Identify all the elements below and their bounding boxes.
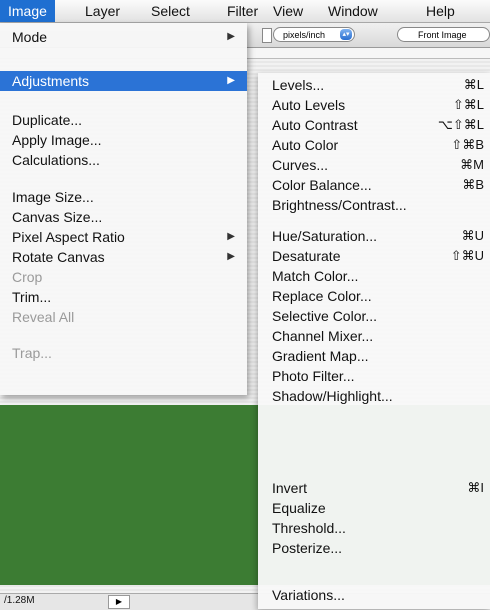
menu-item-apply-image[interactable]: Apply Image... [0,130,247,150]
adjustments-submenu: Levels... ⌘L Auto Levels ⇧⌘L Auto Contra… [258,73,490,609]
submenu-item-label: Hue/Saturation... [272,228,378,244]
keyboard-shortcut: ⌘I [467,480,484,495]
menu-item-label: Calculations... [12,152,100,168]
submenu-item-match-color[interactable]: Match Color... [258,266,490,286]
submenu-item-label: Levels... [272,77,325,93]
menu-item-duplicate[interactable]: Duplicate... [0,110,247,130]
menu-item-reveal-all: Reveal All [0,307,247,327]
submenu-item-label: Equalize [272,500,326,516]
submenu-item-label: Variations... [272,587,345,603]
menu-window[interactable]: Window [320,0,386,22]
menu-item-label: Canvas Size... [12,209,103,225]
menu-view[interactable]: View [265,0,311,22]
submenu-item-variations[interactable]: Variations... [258,585,490,605]
submenu-item-label: Color Balance... [272,177,372,193]
menu-bar: Image Layer Select Filter View Window He… [0,0,490,23]
submenu-item-label: Channel Mixer... [272,328,374,344]
menu-item-pixel-aspect-ratio[interactable]: Pixel Aspect Ratio ▶ [0,227,247,247]
select-arrows-icon: ▴▾ [340,29,352,40]
submenu-item-auto-levels[interactable]: Auto Levels ⇧⌘L [258,95,490,115]
submenu-item-brightness-contrast[interactable]: Brightness/Contrast... [258,195,490,215]
submenu-arrow-icon: ▶ [227,251,235,262]
keyboard-shortcut: ⌘U [461,228,484,243]
submenu-item-auto-color[interactable]: Auto Color ⇧⌘B [258,135,490,155]
submenu-item-label: Replace Color... [272,288,372,304]
front-image-button[interactable]: Front Image [397,27,490,42]
menu-item-mode[interactable]: Mode ▶ [0,27,247,47]
menu-image[interactable]: Image [0,0,55,22]
menu-item-label: Crop [12,269,43,285]
submenu-item-label: Photo Filter... [272,368,355,384]
submenu-item-label: Invert [272,480,308,496]
submenu-item-label: Threshold... [272,520,346,536]
submenu-item-label: Brightness/Contrast... [272,197,407,213]
menu-item-rotate-canvas[interactable]: Rotate Canvas ▶ [0,247,247,267]
submenu-item-channel-mixer[interactable]: Channel Mixer... [258,326,490,346]
submenu-item-label: Posterize... [272,540,343,556]
submenu-item-threshold[interactable]: Threshold... [258,518,490,538]
menu-item-label: Trim... [12,289,52,305]
menu-item-label: Mode [12,29,48,45]
status-menu-button[interactable]: ▶ [108,595,130,609]
keyboard-shortcut: ⇧⌘U [450,248,484,263]
submenu-item-label: Auto Contrast [272,117,358,133]
keyboard-shortcut: ⇧⌘L [452,97,484,112]
submenu-item-label: Shadow/Highlight... [272,388,393,404]
menu-item-calculations[interactable]: Calculations... [0,150,247,170]
submenu-item-desaturate[interactable]: Desaturate ⇧⌘U [258,246,490,266]
submenu-arrow-icon: ▶ [227,231,235,242]
document-size: /1.28M [4,595,35,606]
submenu-item-equalize[interactable]: Equalize [258,498,490,518]
menu-item-label: Reveal All [12,309,75,325]
menu-select[interactable]: Select [143,0,198,22]
submenu-item-curves[interactable]: Curves... ⌘M [258,155,490,175]
menu-item-image-size[interactable]: Image Size... [0,187,247,207]
submenu-item-label: Auto Color [272,137,339,153]
units-select-value: pixels/inch [283,30,326,40]
menu-item-label: Pixel Aspect Ratio [12,229,125,245]
submenu-item-gradient-map[interactable]: Gradient Map... [258,346,490,366]
keyboard-shortcut: ⌥⇧⌘L [437,117,484,132]
submenu-item-levels[interactable]: Levels... ⌘L [258,75,490,95]
menu-item-label: Image Size... [12,189,94,205]
submenu-item-color-balance[interactable]: Color Balance... ⌘B [258,175,490,195]
submenu-item-shadow-highlight[interactable]: Shadow/Highlight... [258,386,490,406]
menu-layer[interactable]: Layer [77,0,128,22]
menu-item-label: Adjustments [12,73,90,89]
submenu-item-invert[interactable]: Invert ⌘I [258,478,490,498]
submenu-arrow-icon: ▶ [227,75,235,86]
menu-filter[interactable]: Filter [219,0,266,22]
keyboard-shortcut: ⇧⌘B [451,137,484,152]
submenu-item-photo-filter[interactable]: Photo Filter... [258,366,490,386]
submenu-item-label: Match Color... [272,268,359,284]
menu-help[interactable]: Help [418,0,463,22]
submenu-item-label: Curves... [272,157,329,173]
submenu-item-auto-contrast[interactable]: Auto Contrast ⌥⇧⌘L [258,115,490,135]
menu-item-crop: Crop [0,267,247,287]
submenu-item-label: Auto Levels [272,97,346,113]
menu-item-label: Duplicate... [12,112,83,128]
keyboard-shortcut: ⌘M [460,157,484,172]
units-select[interactable]: pixels/inch ▴▾ [273,27,355,42]
menu-item-label: Apply Image... [12,132,102,148]
menu-item-adjustments[interactable]: Adjustments ▶ [0,71,247,91]
keyboard-shortcut: ⌘B [462,177,484,192]
submenu-item-label: Desaturate [272,248,341,264]
submenu-item-label: Gradient Map... [272,348,369,364]
submenu-item-posterize[interactable]: Posterize... [258,538,490,558]
menu-item-trap: Trap... [0,343,247,363]
submenu-item-replace-color[interactable]: Replace Color... [258,286,490,306]
menu-item-canvas-size[interactable]: Canvas Size... [0,207,247,227]
submenu-item-hue-saturation[interactable]: Hue/Saturation... ⌘U [258,226,490,246]
menu-item-label: Trap... [12,345,52,361]
image-menu: Mode ▶ Adjustments ▶ Duplicate... Apply … [0,23,247,395]
keyboard-shortcut: ⌘L [463,77,484,92]
submenu-item-label: Selective Color... [272,308,378,324]
menu-item-label: Rotate Canvas [12,249,105,265]
resolution-field[interactable] [262,28,272,43]
submenu-arrow-icon: ▶ [227,31,235,42]
menu-item-trim[interactable]: Trim... [0,287,247,307]
submenu-item-selective-color[interactable]: Selective Color... [258,306,490,326]
